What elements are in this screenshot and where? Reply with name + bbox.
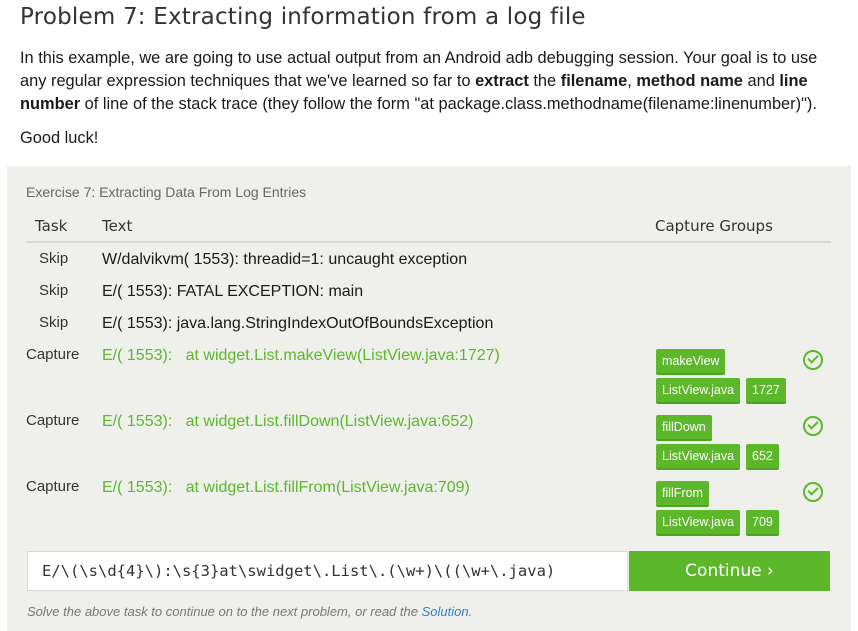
intro-text: of line of the stack trace (they follow … bbox=[80, 95, 817, 113]
capture-group-chip: makeView bbox=[656, 349, 726, 375]
check-circle-icon bbox=[803, 416, 823, 436]
capture-group-chip: fillFrom bbox=[656, 481, 709, 507]
intro-emphasis: extract bbox=[475, 72, 529, 90]
header-capture-groups: Capture Groups bbox=[655, 217, 773, 235]
row-text: E/( 1553): FATAL EXCEPTION: main bbox=[102, 283, 364, 300]
task-label: Capture bbox=[26, 412, 80, 429]
task-label: Skip bbox=[39, 314, 69, 331]
capture-group-chip: ListView.java bbox=[656, 378, 741, 404]
capture-group-chip: 709 bbox=[746, 510, 779, 536]
check-circle-icon bbox=[803, 350, 823, 370]
row-text: E/( 1553): java.lang.StringIndexOutOfBou… bbox=[102, 315, 494, 332]
header-task: Task bbox=[35, 217, 68, 235]
task-label: Skip bbox=[39, 250, 69, 267]
intro-text: , bbox=[627, 72, 637, 90]
good-luck-text: Good luck! bbox=[20, 129, 99, 147]
task-label: Skip bbox=[39, 282, 69, 299]
capture-group-chip: 1727 bbox=[746, 378, 786, 404]
row-text: W/dalvikvm( 1553): threadid=1: uncaught … bbox=[102, 251, 468, 268]
intro-text: and bbox=[742, 72, 780, 90]
solution-link[interactable]: Solution bbox=[422, 604, 469, 619]
intro-text: the bbox=[528, 72, 561, 90]
capture-group-chip: ListView.java bbox=[656, 444, 741, 470]
row-text: E/( 1553): at widget.List.fillDown(ListV… bbox=[102, 413, 474, 430]
exercise-title: Exercise 7: Extracting Data From Log Ent… bbox=[26, 184, 307, 200]
page-title: Problem 7: Extracting information from a… bbox=[20, 4, 586, 30]
header-divider bbox=[26, 241, 831, 243]
task-label: Capture bbox=[26, 478, 80, 495]
task-label: Capture bbox=[26, 346, 80, 363]
footer-text: Solve the above task to continue on to t… bbox=[27, 604, 422, 619]
regex-input[interactable]: E/\(\s\d{4}\):\s{3}at\swidget\.List\.(\w… bbox=[27, 551, 628, 591]
row-text: E/( 1553): at widget.List.fillFrom(ListV… bbox=[102, 479, 470, 496]
header-text: Text bbox=[102, 217, 133, 235]
capture-group-chip: 652 bbox=[746, 444, 779, 470]
check-circle-icon bbox=[803, 482, 823, 502]
capture-group-chip: fillDown bbox=[656, 415, 712, 441]
footer-note: Solve the above task to continue on to t… bbox=[27, 604, 472, 619]
problem-intro: In this example, we are going to use act… bbox=[20, 47, 840, 116]
row-text: E/( 1553): at widget.List.makeView(ListV… bbox=[102, 347, 500, 364]
footer-end: . bbox=[468, 604, 473, 619]
intro-emphasis: method name bbox=[636, 72, 743, 90]
intro-emphasis: filename bbox=[560, 72, 628, 90]
exercise-panel: Exercise 7: Extracting Data From Log Ent… bbox=[7, 166, 851, 631]
capture-group-chip: ListView.java bbox=[656, 510, 741, 536]
continue-button[interactable]: Continue › bbox=[629, 551, 830, 591]
